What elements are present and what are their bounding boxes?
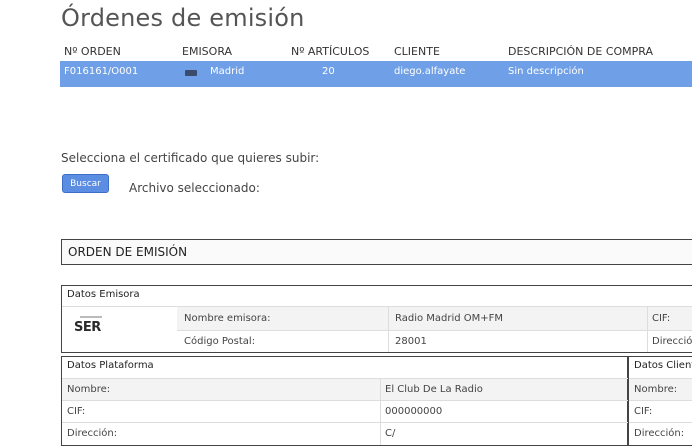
emisora-cp-label: Código Postal: xyxy=(184,336,256,347)
ser-logo: SER xyxy=(74,316,110,336)
emisora-cp-value: 28001 xyxy=(395,336,427,347)
emisora-direccion-label: Direcció xyxy=(652,336,692,347)
column-header-descripcion[interactable]: DESCRIPCIÓN DE COMPRA xyxy=(508,45,653,58)
orders-table-header: Nº ORDEN EMISORA Nº ARTÍCULOS CLIENTE DE… xyxy=(60,42,692,61)
emisora-name-value: Radio Madrid OM+FM xyxy=(395,313,504,324)
plataforma-nombre-value: El Club De La Radio xyxy=(385,384,483,395)
plataforma-panel-title: Datos Plataforma xyxy=(67,360,154,371)
plataforma-panel: Datos Plataforma Nombre: El Club De La R… xyxy=(61,356,629,446)
cliente-panel-title: Datos Client xyxy=(634,360,692,371)
order-detail-title: ORDEN DE EMISIÓN xyxy=(68,245,188,259)
cell-orden: F016161/O001 xyxy=(64,66,139,77)
cell-articulos: 20 xyxy=(322,66,335,77)
page-title: Órdenes de emisión xyxy=(61,4,305,32)
cell-descripcion: Sin descripción xyxy=(508,66,584,77)
plataforma-direccion-label: Dirección: xyxy=(67,428,118,439)
browse-button[interactable]: Buscar xyxy=(62,174,109,193)
upload-instruction: Selecciona el certificado que quieres su… xyxy=(61,151,320,165)
selected-file-label: Archivo seleccionado: xyxy=(129,181,260,195)
column-header-cliente[interactable]: CLIENTE xyxy=(394,45,440,58)
column-header-articulos[interactable]: Nº ARTÍCULOS xyxy=(291,45,369,58)
orders-table: Nº ORDEN EMISORA Nº ARTÍCULOS CLIENTE DE… xyxy=(60,42,692,87)
emisora-panel-title: Datos Emisora xyxy=(67,289,140,300)
cliente-cif-label: CIF: xyxy=(634,406,653,417)
cell-cliente: diego.alfayate xyxy=(394,66,466,77)
plataforma-direccion-value: C/ xyxy=(385,428,396,439)
cliente-panel: Datos Client Nombre: CIF: Dirección: xyxy=(628,356,692,446)
plataforma-nombre-label: Nombre: xyxy=(67,384,111,395)
ser-logo-icon xyxy=(185,70,197,76)
plataforma-cif-label: CIF: xyxy=(67,406,86,417)
column-header-emisora[interactable]: EMISORA xyxy=(182,45,232,58)
cell-emisora: Madrid xyxy=(210,66,245,77)
emisora-cif-label: CIF: xyxy=(652,313,671,324)
emisora-panel: Datos Emisora SER Nombre emisora: Radio … xyxy=(61,285,692,353)
order-detail-section: ORDEN DE EMISIÓN xyxy=(61,239,692,265)
table-row[interactable]: F016161/O001 Madrid 20 diego.alfayate Si… xyxy=(60,61,692,87)
cliente-nombre-label: Nombre: xyxy=(634,384,678,395)
plataforma-cif-value: 000000000 xyxy=(385,406,443,417)
emisora-name-label: Nombre emisora: xyxy=(184,313,271,324)
column-header-orden[interactable]: Nº ORDEN xyxy=(64,45,121,58)
cliente-direccion-label: Dirección: xyxy=(634,428,685,439)
